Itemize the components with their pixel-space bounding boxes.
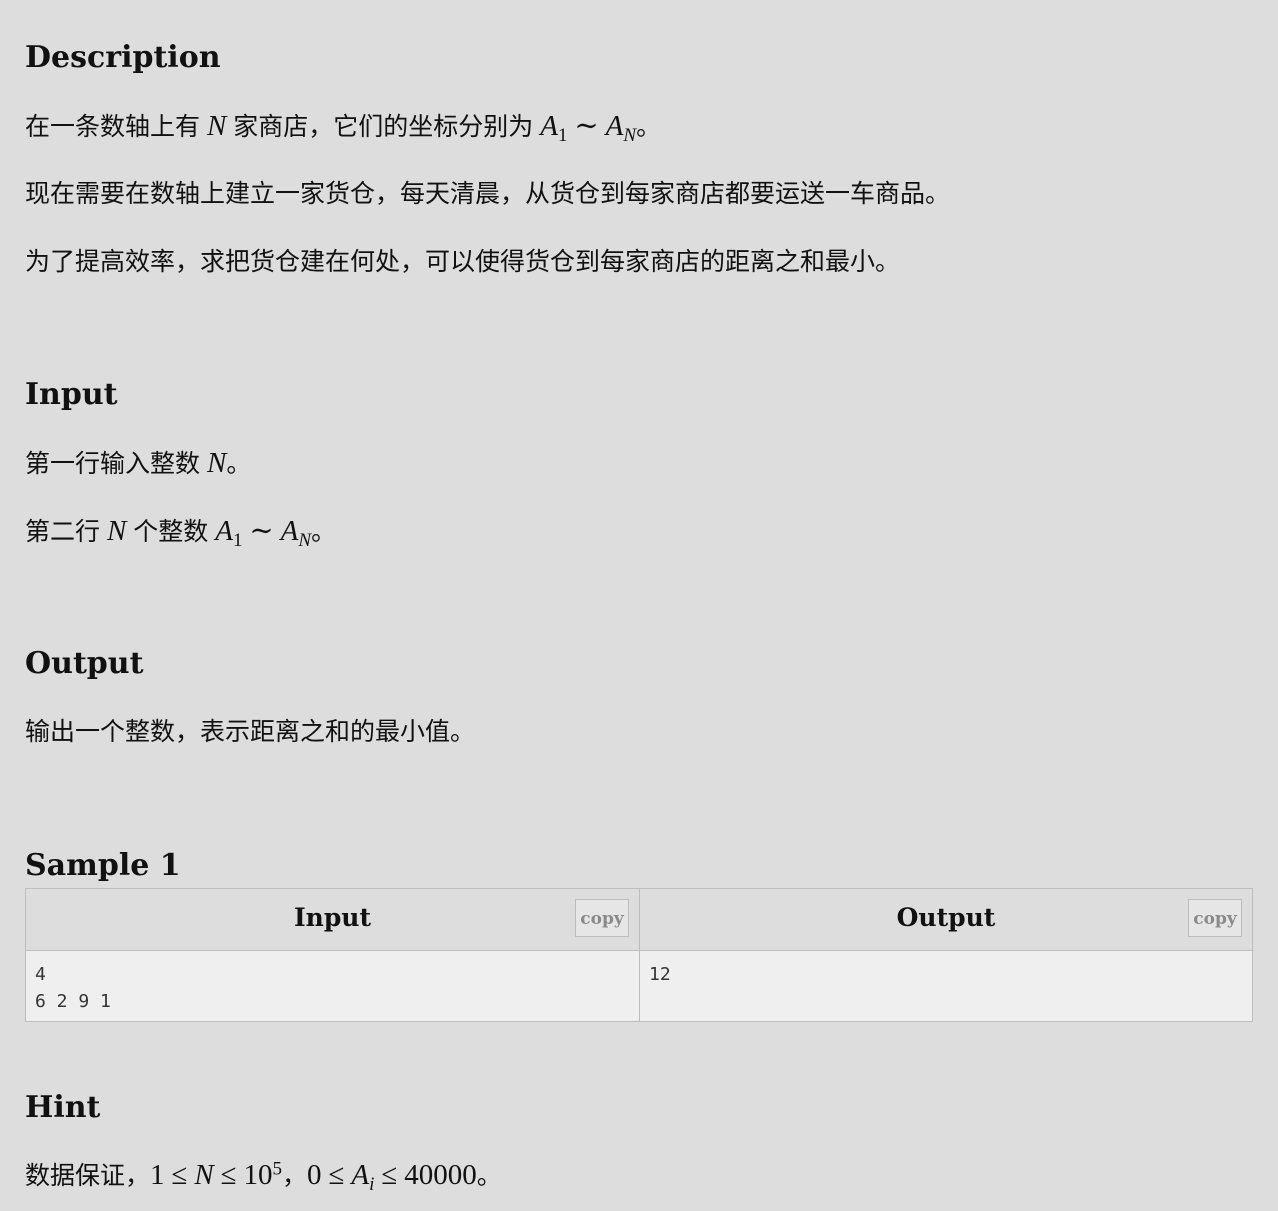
sample-heading: Sample 1 [25,848,181,883]
input-heading: Input [25,377,118,412]
sample-input-header: Input copy [26,889,639,951]
hint-paragraph: 数据保证，1 ≤ N ≤ 105，0 ≤ Ai ≤ 40000。 [25,1158,502,1195]
sample-output-text: 12 [649,964,671,985]
sample-input-text: 4 6 2 9 1 [35,964,111,1012]
description-heading: Description [25,40,221,75]
description-paragraph-1: 在一条数轴上有 N 家商店，它们的坐标分别为 A1 ∼ AN。 [25,110,662,146]
description-paragraph-3: 为了提高效率，求把货仓建在何处，可以使得货仓到每家商店的距离之和最小。 [25,248,901,276]
sample-input-title: Input [293,903,372,932]
sample-table: Input copy 4 6 2 9 1 Output copy 12 [25,888,1253,1022]
description-paragraph-2: 现在需要在数轴上建立一家货仓，每天清晨，从货仓到每家商店都要运送一车商品。 [25,180,951,208]
output-heading: Output [25,646,144,681]
output-paragraph-1: 输出一个整数，表示距离之和的最小值。 [25,718,476,746]
input-paragraph-1: 第一行输入整数 N。 [25,447,252,479]
copy-output-button[interactable]: copy [1188,899,1242,937]
sample-output-column: Output copy 12 [640,889,1252,1021]
hint-heading: Hint [25,1090,101,1125]
sample-output-title: Output [896,903,996,932]
sample-input-column: Input copy 4 6 2 9 1 [26,889,640,1021]
input-paragraph-2: 第二行 N 个整数 A1 ∼ AN。 [25,515,337,551]
sample-output-header: Output copy [640,889,1252,951]
copy-input-button[interactable]: copy [575,899,629,937]
